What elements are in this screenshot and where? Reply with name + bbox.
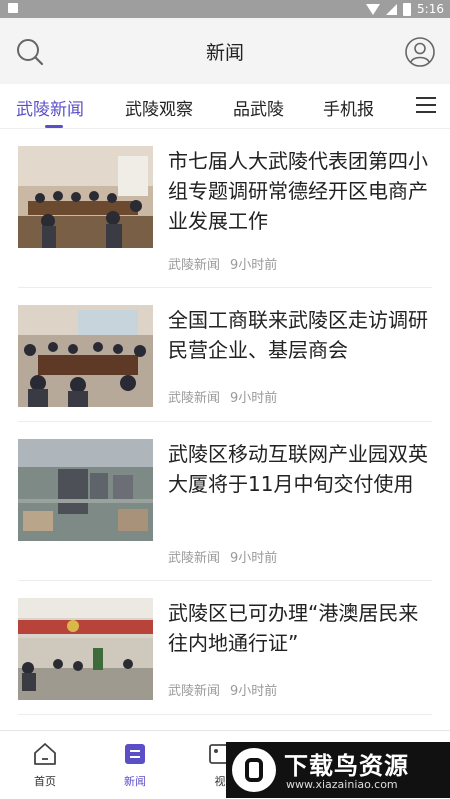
nav-news[interactable]: 新闻 [105, 741, 165, 789]
news-time: 9小时前 [230, 684, 278, 699]
news-thumbnail [18, 598, 153, 700]
watermark-banner: 下载鸟资源 www.xiazainiao.com [226, 742, 450, 798]
tab-pin-wuling[interactable]: 品武陵 [233, 95, 284, 120]
nav-home-label: 首页 [34, 775, 56, 788]
page-title: 新闻 [205, 42, 244, 64]
watermark-title: 下载鸟资源 [284, 752, 409, 780]
active-tab-indicator [45, 125, 63, 128]
news-time: 9小时前 [230, 258, 278, 273]
news-thumbnail [18, 146, 153, 248]
watermark-url: www.xiazainiao.com [286, 778, 398, 791]
news-item[interactable]: 市七届人大武陵代表团第四小组专题调研常德经开区电商产业发展工作 武陵新闻 9小时前 [18, 146, 432, 273]
category-tabs: 武陵新闻 武陵观察 品武陵 手机报 [0, 84, 450, 129]
news-thumbnail [18, 439, 153, 541]
news-item[interactable]: 武陵区已可办理“港澳居民来往内地通行证” 武陵新闻 9小时前 [18, 598, 432, 700]
news-item[interactable]: 武陵区移动互联网产业园双英大厦将于11月中旬交付使用 武陵新闻 9小时前 [18, 439, 432, 566]
wifi-icon [366, 3, 381, 15]
status-icons: 5:16 [366, 1, 444, 17]
nav-news-label: 新闻 [124, 775, 146, 788]
home-icon [34, 743, 56, 765]
news-time: 9小时前 [230, 551, 278, 566]
news-icon [125, 744, 145, 764]
news-thumbnail [18, 305, 153, 407]
status-time: 5:16 [417, 2, 444, 16]
menu-icon[interactable] [416, 97, 436, 113]
news-title[interactable]: 市七届人大武陵代表团第四小组专题调研常德经开区电商产业发展工作 [168, 146, 432, 236]
news-meta: 武陵新闻 9小时前 [168, 680, 277, 699]
news-title[interactable]: 全国工商联来武陵区走访调研民营企业、基层商会 [168, 305, 432, 365]
news-source: 武陵新闻 [168, 258, 221, 273]
news-time: 9小时前 [230, 391, 278, 406]
divider [18, 287, 432, 288]
signal-icon [386, 3, 398, 15]
divider [18, 580, 432, 581]
divider [18, 714, 432, 715]
notification-icon [8, 3, 18, 13]
news-source: 武陵新闻 [168, 391, 221, 406]
news-title[interactable]: 武陵区移动互联网产业园双英大厦将于11月中旬交付使用 [168, 439, 432, 499]
tab-mobile-paper[interactable]: 手机报 [323, 95, 374, 120]
watermark-logo-icon [232, 748, 276, 792]
news-source: 武陵新闻 [168, 684, 221, 699]
news-meta: 武陵新闻 9小时前 [168, 387, 277, 406]
user-profile-icon[interactable] [404, 36, 436, 68]
news-source: 武陵新闻 [168, 551, 221, 566]
app-header: 新闻 [0, 18, 450, 84]
nav-home[interactable]: 首页 [15, 741, 75, 789]
tab-wuling-news[interactable]: 武陵新闻 [16, 95, 84, 120]
divider [18, 421, 432, 422]
news-title[interactable]: 武陵区已可办理“港澳居民来往内地通行证” [168, 598, 432, 658]
news-meta: 武陵新闻 9小时前 [168, 254, 277, 273]
battery-icon [403, 2, 412, 16]
news-item[interactable]: 全国工商联来武陵区走访调研民营企业、基层商会 武陵新闻 9小时前 [18, 305, 432, 407]
news-meta: 武陵新闻 9小时前 [168, 547, 277, 566]
tab-wuling-observation[interactable]: 武陵观察 [125, 95, 193, 120]
status-bar: 5:16 [0, 0, 450, 18]
